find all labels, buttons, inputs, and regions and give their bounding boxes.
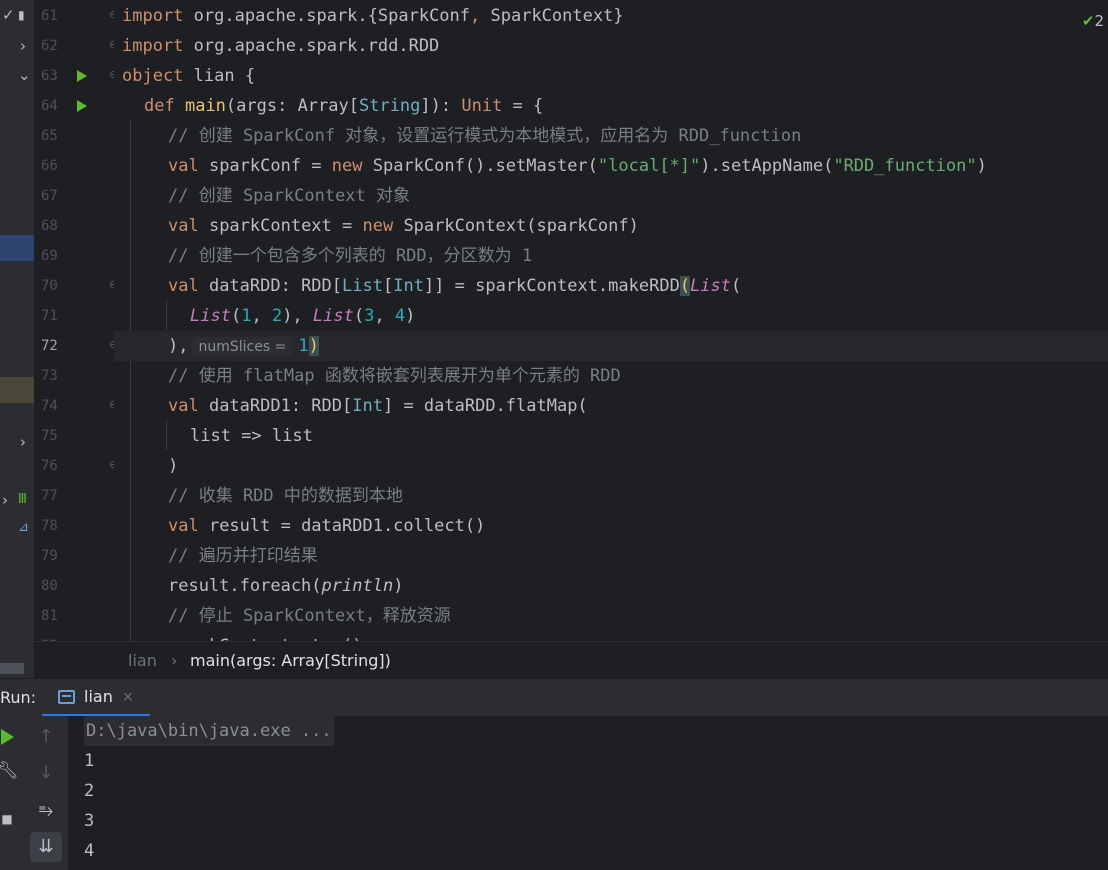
console-icon: ⊿ xyxy=(18,520,29,535)
soft-wrap-icon[interactable]: ⥱ xyxy=(30,796,62,826)
breadcrumb: lian › main(args: Array[String]) xyxy=(34,641,1108,678)
console-line: 4 xyxy=(84,841,95,861)
rerun-icon[interactable] xyxy=(1,729,14,745)
code-comment[interactable]: // 创建一个包含多个列表的 RDD，分区数为 1 xyxy=(114,241,1108,271)
line-number: 67 xyxy=(41,188,58,204)
arrow-down-icon[interactable]: ↓ xyxy=(30,758,62,788)
run-toolbar: ↑ ↓ ⥱ ⇊ xyxy=(20,716,68,870)
code-line-71[interactable]: List(1, 2), List(3, 4) xyxy=(114,301,1108,331)
code-comment[interactable]: // 收集 RDD 中的数据到本地 xyxy=(114,481,1108,511)
line-number: 68 xyxy=(41,218,58,234)
chevron-right-icon: › xyxy=(171,651,178,670)
line-number: 80 xyxy=(41,578,58,594)
code-line-63[interactable]: object lian { xyxy=(114,61,1108,91)
line-number-gutter: 61 62 63 64 65 66 67 68 69 70 71 72 73 7… xyxy=(34,0,114,641)
run-toolbar-outer: 🔧︎ ■ xyxy=(0,716,20,870)
line-number: 75 xyxy=(41,428,58,444)
project-tree-selected-row[interactable] xyxy=(0,235,34,261)
close-icon[interactable]: × xyxy=(122,679,134,715)
inspection-status[interactable]: ✔2 xyxy=(1082,12,1104,30)
code-line-74[interactable]: val dataRDD1: RDD[Int] = dataRDD.flatMap… xyxy=(114,391,1108,421)
code-comment[interactable]: // 使用 flatMap 函数将嵌套列表展开为单个元素的 RDD xyxy=(114,361,1108,391)
console-line: D:\java\bin\java.exe ... xyxy=(84,716,334,746)
line-number: 78 xyxy=(41,518,58,534)
run-panel-header: Run: lian × xyxy=(0,678,1108,717)
file-icon: ▮ xyxy=(18,8,25,22)
chevron-down-icon[interactable]: ⌄ xyxy=(18,66,31,84)
line-number: 74 xyxy=(41,398,58,414)
code-comment[interactable]: // 停止 SparkContext，释放资源 xyxy=(114,601,1108,631)
arrow-up-icon[interactable]: ↑ xyxy=(30,722,62,752)
code-editor[interactable]: import org.apache.spark.{SparkConf, Spar… xyxy=(114,0,1108,641)
double-check-icon: ✔ xyxy=(1081,12,1095,30)
line-number: 81 xyxy=(41,608,58,624)
console-icon xyxy=(58,690,75,704)
parameter-hint: numSlices = xyxy=(192,337,293,357)
line-number: 69 xyxy=(41,248,58,264)
line-number: 70 xyxy=(41,278,58,294)
console-line: 3 xyxy=(84,811,95,831)
chevron-right-icon[interactable]: › xyxy=(2,491,8,509)
chevron-down-icon[interactable]: ✓ xyxy=(2,6,15,24)
code-line-75[interactable]: list => list xyxy=(114,421,1108,451)
code-line-72-current[interactable]: ), numSlices = 1) xyxy=(114,331,1108,361)
chevron-right-icon[interactable]: › xyxy=(20,433,26,451)
run-tab-lian[interactable]: lian × xyxy=(42,679,150,717)
code-line-80[interactable]: result.foreach(println) xyxy=(114,571,1108,601)
code-line-68[interactable]: val sparkContext = new SparkContext(spar… xyxy=(114,211,1108,241)
line-number: 61 xyxy=(41,8,58,24)
line-number: 79 xyxy=(41,548,58,564)
run-console[interactable]: D:\java\bin\java.exe ... 1 2 3 4 xyxy=(68,716,1108,870)
project-tree-highlight-row[interactable] xyxy=(0,377,34,403)
code-line-78[interactable]: val result = dataRDD1.collect() xyxy=(114,511,1108,541)
run-panel-label: Run: xyxy=(0,688,37,707)
code-comment[interactable]: // 创建 SparkConf 对象，设置运行模式为本地模式，应用名为 RDD_… xyxy=(114,121,1108,151)
breadcrumb-object[interactable]: lian xyxy=(128,642,157,679)
code-line-62[interactable]: import org.apache.spark.rdd.RDD xyxy=(114,31,1108,61)
line-number: 65 xyxy=(41,128,58,144)
run-main-icon[interactable] xyxy=(77,100,87,112)
scroll-to-end-icon[interactable]: ⇊ xyxy=(30,832,62,862)
code-line-61[interactable]: import org.apache.spark.{SparkConf, Spar… xyxy=(114,1,1108,31)
code-line-64[interactable]: def main(args: Array[String]): Unit = { xyxy=(114,91,1108,121)
code-comment[interactable]: // 遍历并打印结果 xyxy=(114,541,1108,571)
code-line-82[interactable]: sparkContext.stop() xyxy=(114,631,1108,641)
code-line-66[interactable]: val sparkConf = new SparkConf().setMaste… xyxy=(114,151,1108,181)
code-comment[interactable]: // 创建 SparkContext 对象 xyxy=(114,181,1108,211)
console-line: 1 xyxy=(84,751,95,771)
chevron-right-icon[interactable]: › xyxy=(20,37,26,55)
code-line-70[interactable]: val dataRDD: RDD[List[Int]] = sparkConte… xyxy=(114,271,1108,301)
line-number: 76 xyxy=(41,458,58,474)
project-tool-strip: ✓ ▮ › ⌄ › › Ⅲ ⊿ xyxy=(0,0,34,676)
line-number: 62 xyxy=(41,38,58,54)
breadcrumb-method[interactable]: main(args: Array[String]) xyxy=(190,642,391,679)
line-number: 77 xyxy=(41,488,58,504)
line-number: 82 xyxy=(34,631,96,641)
bar-chart-icon: Ⅲ xyxy=(18,492,27,507)
run-tab-label: lian xyxy=(84,687,113,706)
line-number-current: 72 xyxy=(41,338,58,354)
line-number: 73 xyxy=(41,368,58,384)
line-number: 66 xyxy=(41,158,58,174)
console-line: 2 xyxy=(84,781,95,801)
horizontal-scrollbar[interactable] xyxy=(0,663,24,674)
line-number: 71 xyxy=(41,308,58,324)
run-object-icon[interactable] xyxy=(77,70,87,82)
code-line-76[interactable]: ) xyxy=(114,451,1108,481)
